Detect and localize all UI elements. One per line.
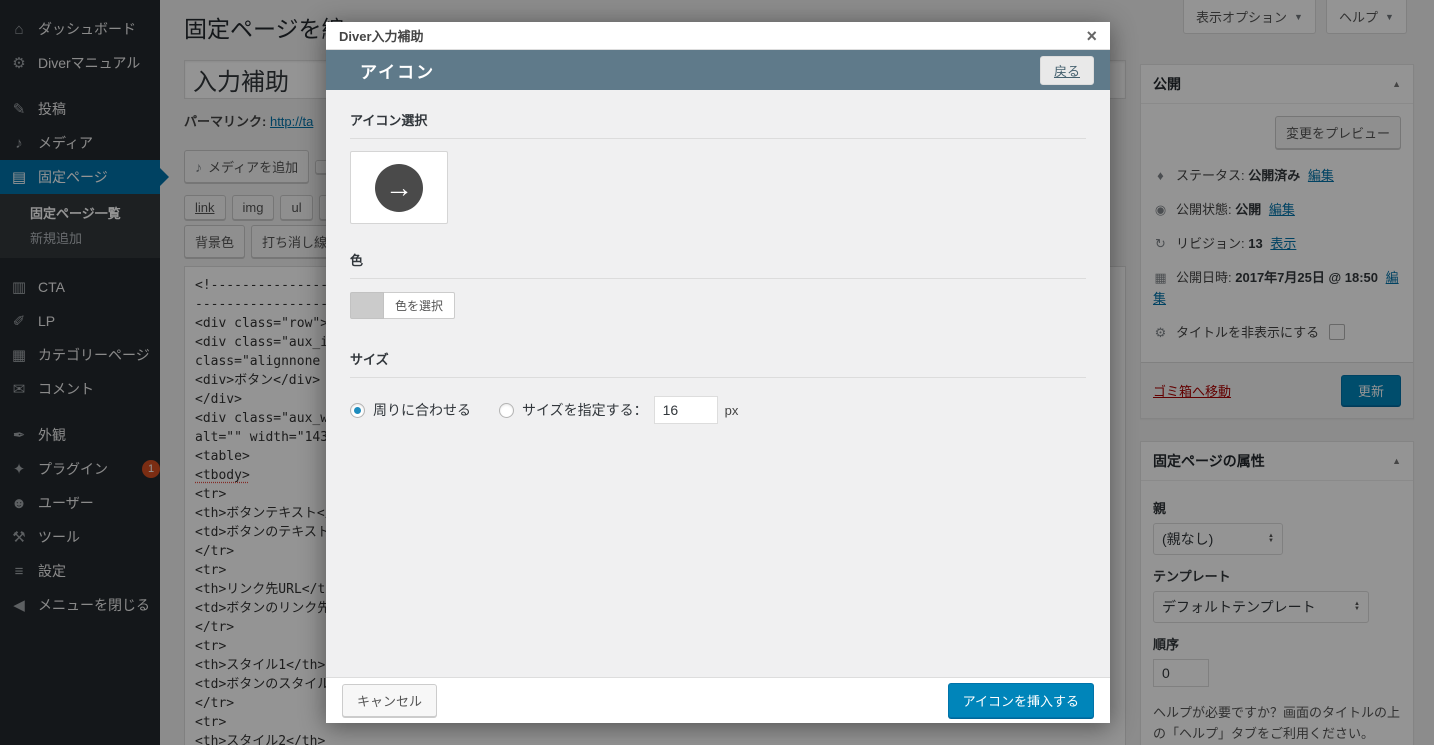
modal-body: アイコン選択 → 色 色を選択 サイズ 周りに合わせる サイズを指定する： px (326, 90, 1110, 444)
fit-size-radio[interactable] (350, 403, 365, 418)
icon-screen-title: アイコン (360, 58, 435, 83)
insert-icon-button[interactable]: アイコンを挿入する (948, 683, 1094, 718)
back-button[interactable]: 戻る (1040, 56, 1094, 85)
icon-select-heading: アイコン選択 (350, 110, 1086, 139)
arrow-circle-right-icon: → (375, 164, 423, 212)
size-input[interactable] (654, 396, 718, 424)
modal-title: Diver入力補助 (339, 26, 424, 45)
modal-footer: キャンセル アイコンを挿入する (326, 677, 1110, 723)
size-heading: サイズ (350, 349, 1086, 378)
selected-icon-tile[interactable]: → (350, 151, 448, 224)
close-icon[interactable]: × (1086, 27, 1097, 45)
size-options: 周りに合わせる サイズを指定する： px (350, 396, 1086, 424)
color-swatch[interactable] (350, 292, 384, 319)
color-heading: 色 (350, 250, 1086, 279)
diver-input-assist-modal: Diver入力補助 × アイコン 戻る アイコン選択 → 色 色を選択 サイズ … (326, 22, 1110, 723)
custom-size-label[interactable]: サイズを指定する： (522, 400, 648, 420)
cancel-button[interactable]: キャンセル (342, 684, 437, 717)
icon-screen-band: アイコン 戻る (326, 50, 1110, 90)
fit-size-label[interactable]: 周りに合わせる (373, 400, 471, 420)
custom-size-radio[interactable] (499, 403, 514, 418)
modal-header: Diver入力補助 × (326, 22, 1110, 50)
pick-color-button[interactable]: 色を選択 (384, 292, 455, 319)
screen: ⌂ ダッシュボード ⚙ Diverマニュアル ✎ 投稿 ♪ メディア ▤ 固定ペ… (0, 0, 1434, 745)
size-unit-label: px (725, 403, 739, 418)
color-picker: 色を選択 (350, 292, 1086, 319)
